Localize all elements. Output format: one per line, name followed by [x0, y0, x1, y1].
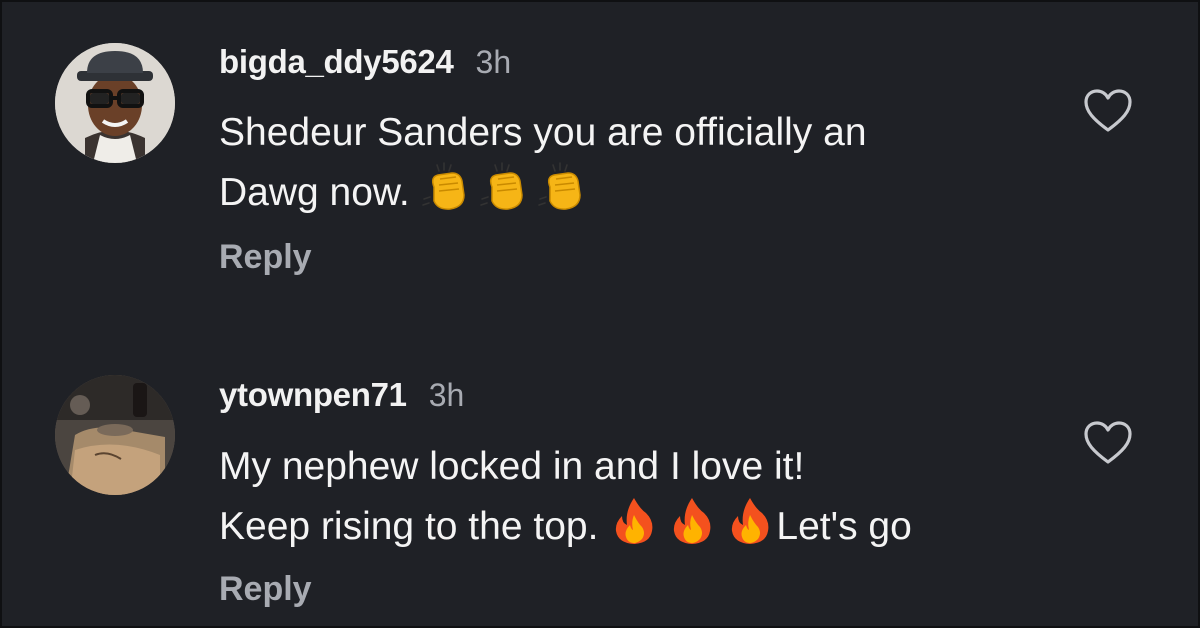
- comment-header: bigda_ddy5624 3h: [219, 43, 511, 81]
- comment-header: ytownpen71 3h: [219, 376, 464, 414]
- avatar[interactable]: [55, 375, 175, 495]
- comment-text: My nephew locked in and I love it! Keep …: [219, 439, 1039, 555]
- like-heart-icon[interactable]: [1083, 88, 1133, 134]
- comment-text-line-with-emoji: Keep rising to the top. Let's go: [219, 495, 1039, 555]
- comment-text-line: My nephew locked in and I love it!: [219, 445, 805, 488]
- reply-button[interactable]: Reply: [219, 570, 312, 609]
- clapping-hands-icon: [421, 162, 465, 210]
- timestamp: 3h: [428, 377, 465, 413]
- clapping-hands-icon: [537, 162, 581, 210]
- fire-icon: [616, 498, 653, 544]
- emoji-group: [420, 161, 588, 213]
- reply-button[interactable]: Reply: [219, 238, 312, 277]
- comment-text-line-with-emoji: Dawg now.: [219, 161, 1039, 221]
- emoji-group: [608, 495, 776, 547]
- username[interactable]: ytownpen71: [219, 376, 407, 414]
- comment-text-segment: Keep rising to the top.: [219, 505, 599, 548]
- timestamp: 3h: [475, 44, 512, 80]
- comment-text-line: Shedeur Sanders you are officially an: [219, 111, 867, 154]
- clapping-hands-icon: [479, 162, 523, 210]
- fire-icon: [674, 498, 711, 544]
- avatar-image: [55, 375, 175, 495]
- username[interactable]: bigda_ddy5624: [219, 43, 454, 81]
- avatar-image: [55, 43, 175, 163]
- avatar[interactable]: [55, 43, 175, 163]
- comment-text-segment: Dawg now.: [219, 171, 410, 214]
- comment-text-segment: Let's go: [776, 505, 912, 548]
- like-heart-icon[interactable]: [1083, 420, 1133, 466]
- comment-text: Shedeur Sanders you are officially an Da…: [219, 105, 1039, 221]
- fire-icon: [732, 498, 769, 544]
